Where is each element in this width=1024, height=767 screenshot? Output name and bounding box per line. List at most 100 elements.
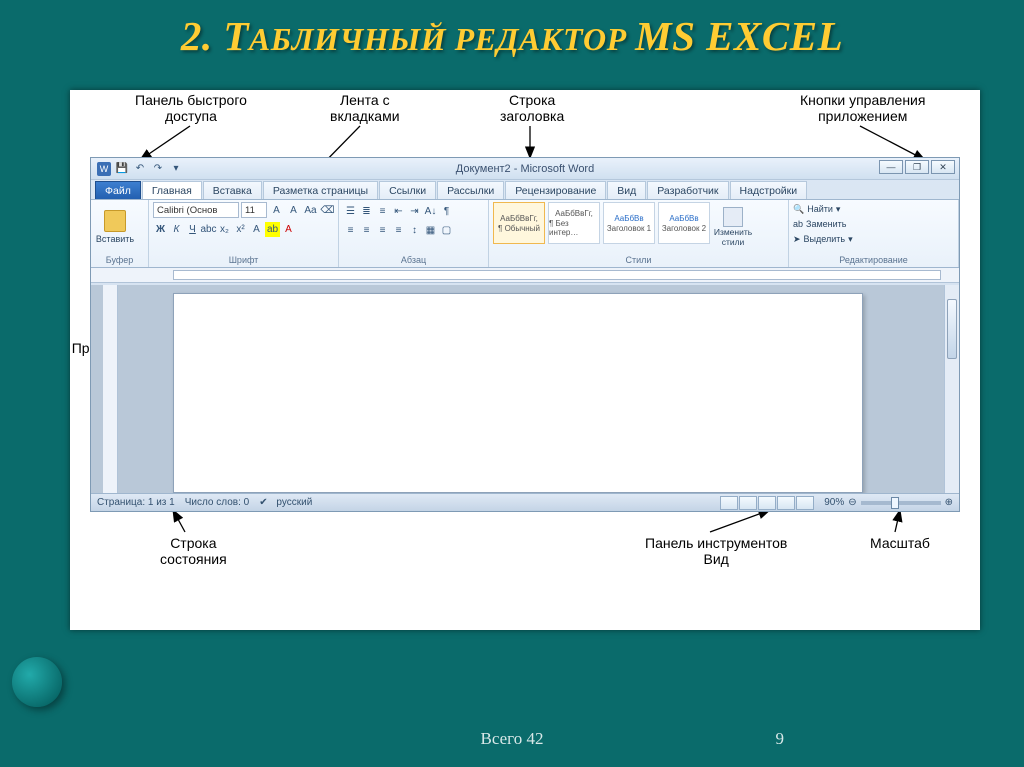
group-label-paragraph: Абзац xyxy=(343,254,484,267)
document-area xyxy=(91,285,959,493)
window-controls: — ❐ ✕ xyxy=(879,160,955,174)
undo-icon[interactable]: ↶ xyxy=(133,162,147,176)
zoom-slider[interactable] xyxy=(861,501,941,505)
font-name-combo[interactable]: Calibri (Основ xyxy=(153,202,239,218)
document-title: Документ2 - Microsoft Word xyxy=(91,163,959,175)
redo-icon[interactable]: ↷ xyxy=(151,162,165,176)
view-outline[interactable] xyxy=(777,496,795,510)
status-lang[interactable]: ✔ русский xyxy=(259,497,312,508)
font-color-icon[interactable]: A xyxy=(281,222,296,237)
paste-icon xyxy=(104,210,126,232)
style-normal[interactable]: АаБбВвГг, ¶ Обычный xyxy=(493,202,545,244)
maximize-button[interactable]: ❐ xyxy=(905,160,929,174)
status-page[interactable]: Страница: 1 из 1 xyxy=(97,497,175,508)
select-button[interactable]: ➤Выделить ▾ xyxy=(793,232,853,246)
bullets-icon[interactable]: ☰ xyxy=(343,204,358,219)
quick-access-toolbar: W 💾 ↶ ↷ ▾ xyxy=(91,162,183,176)
italic-icon[interactable]: К xyxy=(169,222,184,237)
tab-file[interactable]: Файл xyxy=(95,181,141,199)
multilevel-icon[interactable]: ≡ xyxy=(375,204,390,219)
decorative-sphere xyxy=(12,657,62,707)
style-heading2[interactable]: АаБбВв Заголовок 2 xyxy=(658,202,710,244)
callout-view-tools: Панель инструментов Вид xyxy=(645,535,787,567)
numbering-icon[interactable]: ≣ xyxy=(359,204,374,219)
zoom-thumb[interactable] xyxy=(891,497,899,509)
shrink-font-icon[interactable]: A xyxy=(286,203,301,218)
tab-layout[interactable]: Разметка страницы xyxy=(263,181,378,199)
find-button[interactable]: 🔍Найти ▾ xyxy=(793,202,853,216)
vertical-ruler[interactable] xyxy=(103,285,118,493)
increase-indent-icon[interactable]: ⇥ xyxy=(407,204,422,219)
save-icon[interactable]: 💾 xyxy=(115,162,129,176)
group-label-font: Шрифт xyxy=(153,254,334,267)
tab-dev[interactable]: Разработчик xyxy=(647,181,728,199)
sort-icon[interactable]: A↓ xyxy=(423,204,438,219)
decrease-indent-icon[interactable]: ⇤ xyxy=(391,204,406,219)
align-right-icon[interactable]: ≡ xyxy=(375,223,390,238)
subscript-icon[interactable]: x₂ xyxy=(217,222,232,237)
align-center-icon[interactable]: ≡ xyxy=(359,223,374,238)
callout-statusbar: Строка состояния xyxy=(160,535,227,567)
tab-home[interactable]: Главная xyxy=(142,181,202,199)
callout-ribbon-tabs: Лента с вкладками xyxy=(330,92,400,124)
change-case-icon[interactable]: Aa xyxy=(303,203,318,218)
ribbon-tabs: Файл Главная Вставка Разметка страницы С… xyxy=(91,180,959,200)
document-page[interactable] xyxy=(173,293,863,493)
tab-view[interactable]: Вид xyxy=(607,181,646,199)
tab-mail[interactable]: Рассылки xyxy=(437,181,504,199)
qat-dropdown-icon[interactable]: ▾ xyxy=(169,162,183,176)
group-paragraph: ☰ ≣ ≡ ⇤ ⇥ A↓ ¶ ≡ ≡ ≡ ≡ ↕ ▦ xyxy=(339,200,489,267)
align-left-icon[interactable]: ≡ xyxy=(343,223,358,238)
group-styles: АаБбВвГг, ¶ Обычный АаБбВвГг, ¶ Без инте… xyxy=(489,200,789,267)
tab-refs[interactable]: Ссылки xyxy=(379,181,436,199)
slide-footer: Всего 42 xyxy=(0,729,1024,749)
lang-icon: ✔ xyxy=(259,497,267,508)
font-size-combo[interactable]: 11 xyxy=(241,202,267,218)
diagram-panel: Панель быстрого доступа Лента с вкладкам… xyxy=(70,90,980,630)
view-web[interactable] xyxy=(758,496,776,510)
highlight-icon[interactable]: ab xyxy=(265,222,280,237)
title-bar: W 💾 ↶ ↷ ▾ Документ2 - Microsoft Word — ❐… xyxy=(91,158,959,180)
tab-addins[interactable]: Надстройки xyxy=(730,181,808,199)
change-styles-button[interactable]: Изменить стили xyxy=(713,202,753,252)
style-heading1[interactable]: АаБбВв Заголовок 1 xyxy=(603,202,655,244)
zoom-out-button[interactable]: ⊖ xyxy=(848,497,856,508)
view-draft[interactable] xyxy=(796,496,814,510)
zoom-pct[interactable]: 90% xyxy=(824,497,844,508)
view-print-layout[interactable] xyxy=(720,496,738,510)
callout-zoom: Масштаб xyxy=(870,535,930,551)
superscript-icon[interactable]: x² xyxy=(233,222,248,237)
grow-font-icon[interactable]: A xyxy=(269,203,284,218)
style-no-space[interactable]: АаБбВвГг, ¶ Без интер… xyxy=(548,202,600,244)
strike-icon[interactable]: abc xyxy=(201,222,216,237)
find-icon: 🔍 xyxy=(793,204,804,215)
text-effects-icon[interactable]: A xyxy=(249,222,264,237)
scrollbar-thumb[interactable] xyxy=(947,299,957,359)
line-spacing-icon[interactable]: ↕ xyxy=(407,223,422,238)
show-marks-icon[interactable]: ¶ xyxy=(439,204,454,219)
borders-icon[interactable]: ▢ xyxy=(439,223,454,238)
status-bar: Страница: 1 из 1 Число слов: 0 ✔ русский… xyxy=(91,493,959,511)
vertical-scrollbar[interactable] xyxy=(944,285,959,493)
view-full-read[interactable] xyxy=(739,496,757,510)
zoom-in-button[interactable]: ⊕ xyxy=(945,497,953,508)
callout-win-controls: Кнопки управления приложением xyxy=(800,92,925,124)
word-window: W 💾 ↶ ↷ ▾ Документ2 - Microsoft Word — ❐… xyxy=(90,157,960,512)
paste-button[interactable]: Вставить xyxy=(95,202,135,252)
justify-icon[interactable]: ≡ xyxy=(391,223,406,238)
replace-button[interactable]: abЗаменить xyxy=(793,217,853,231)
replace-icon: ab xyxy=(793,219,803,229)
clear-format-icon[interactable]: ⌫ xyxy=(320,203,335,218)
callout-title-row: Строка заголовка xyxy=(500,92,564,124)
bold-icon[interactable]: Ж xyxy=(153,222,168,237)
minimize-button[interactable]: — xyxy=(879,160,903,174)
status-words[interactable]: Число слов: 0 xyxy=(185,497,249,508)
slide-title: 2. ТАБЛИЧНЫЙ РЕДАКТОР MS EXCEL xyxy=(0,12,1024,60)
tab-insert[interactable]: Вставка xyxy=(203,181,262,199)
app-icon[interactable]: W xyxy=(97,162,111,176)
horizontal-ruler[interactable] xyxy=(91,268,959,283)
underline-icon[interactable]: Ч xyxy=(185,222,200,237)
close-button[interactable]: ✕ xyxy=(931,160,955,174)
shading-icon[interactable]: ▦ xyxy=(423,223,438,238)
tab-review[interactable]: Рецензирование xyxy=(505,181,606,199)
